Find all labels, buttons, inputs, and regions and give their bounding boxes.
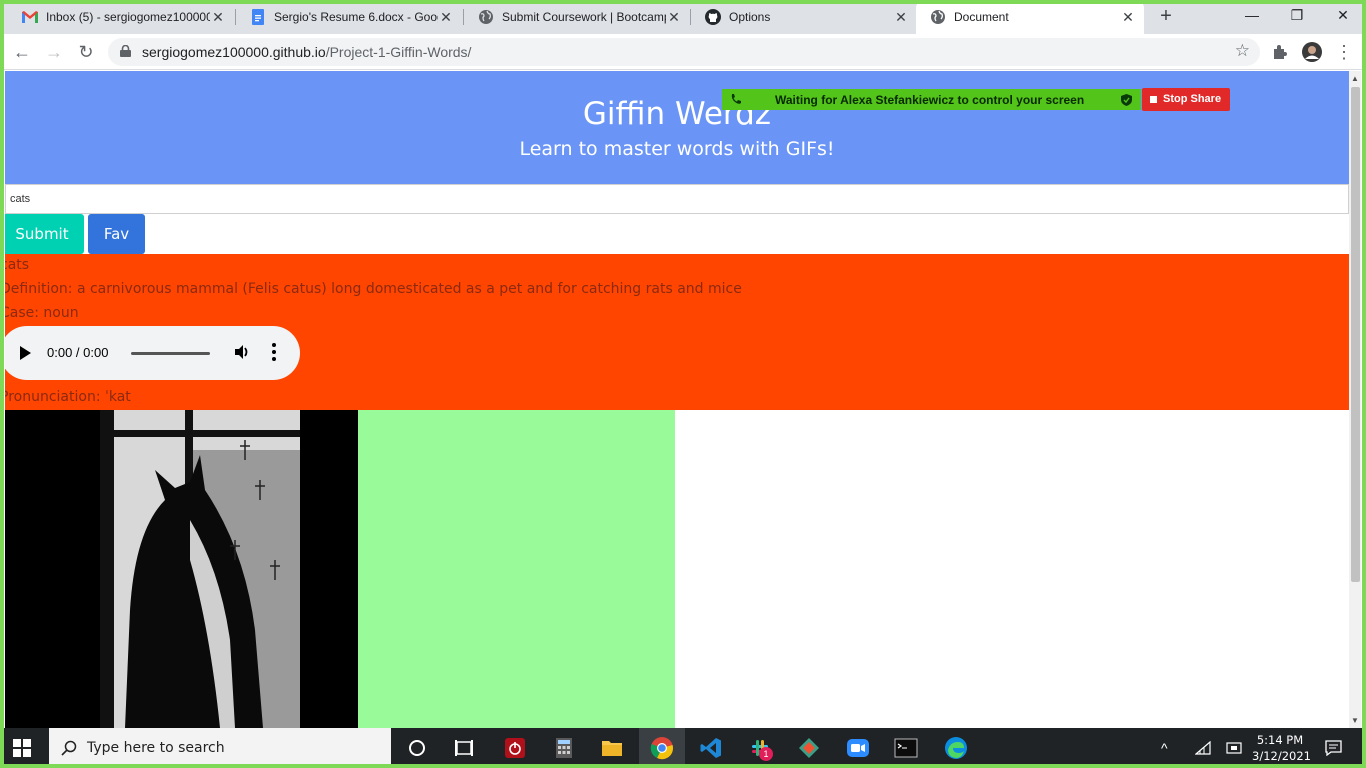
- stop-icon: [1150, 96, 1157, 103]
- url-host: sergiogomez100000.github.io: [142, 44, 326, 60]
- tab-gmail[interactable]: Inbox (5) - sergiogomez100000@ ✕: [8, 0, 234, 34]
- profile-avatar[interactable]: [1302, 42, 1322, 62]
- cat-gif-image: [5, 410, 358, 728]
- tab-google-docs[interactable]: Sergio's Resume 6.docx - Google ✕: [236, 0, 462, 34]
- gmail-icon: [22, 9, 38, 25]
- page-viewport: Giffin Werdz Learn to master words with …: [5, 71, 1349, 728]
- chrome-icon[interactable]: [650, 736, 674, 760]
- google-docs-icon: [250, 9, 266, 25]
- lock-icon: [120, 45, 131, 57]
- network-icon[interactable]: [1195, 741, 1211, 755]
- word-search-input[interactable]: [5, 184, 1349, 214]
- share-status-text: Waiting for Alexa Stefankiewicz to contr…: [775, 93, 1085, 107]
- audio-seek-bar[interactable]: [131, 352, 210, 355]
- clock-date: 3/12/2021: [1252, 749, 1311, 763]
- url-path: /Project-1-Giffin-Words/: [325, 44, 472, 60]
- tab-strip: Inbox (5) - sergiogomez100000@ ✕ Sergio'…: [0, 0, 1366, 34]
- windows-taskbar: Type here to search 1 ^ 5:14 PM 3/12/202…: [0, 728, 1366, 768]
- close-icon[interactable]: ✕: [438, 9, 454, 26]
- tab-title: Inbox (5) - sergiogomez100000@: [46, 10, 210, 24]
- result-case: Case: noun: [5, 305, 79, 321]
- tray-chevron-icon[interactable]: ^: [1161, 728, 1179, 768]
- result-word: cats: [5, 257, 30, 273]
- edge-icon[interactable]: [944, 736, 968, 760]
- audio-player[interactable]: 0:00 / 0:00: [5, 326, 300, 380]
- volume-icon[interactable]: [233, 343, 251, 361]
- minimize-icon[interactable]: —: [1229, 0, 1275, 30]
- clock-time: 5:14 PM: [1256, 733, 1304, 747]
- file-explorer-icon[interactable]: [600, 736, 624, 760]
- taskbar-clock[interactable]: 5:14 PM 3/12/2021: [1252, 732, 1311, 764]
- address-bar[interactable]: sergiogomez100000.github.io/Project-1-Gi…: [108, 38, 1260, 66]
- browser-toolbar: ← → ↻ sergiogomez100000.github.io/Projec…: [0, 34, 1366, 70]
- close-icon[interactable]: ✕: [666, 9, 682, 26]
- result-definition: Definition: a carnivorous mammal (Felis …: [5, 281, 742, 297]
- reload-icon[interactable]: ↻: [74, 40, 98, 64]
- phone-icon: [731, 94, 741, 104]
- audio-more-icon[interactable]: [271, 342, 277, 362]
- tab-title: Options: [729, 10, 771, 24]
- search-icon: [61, 740, 77, 756]
- restore-icon[interactable]: ❐: [1274, 0, 1320, 30]
- audio-time: 0:00 / 0:00: [47, 345, 109, 360]
- close-icon[interactable]: ✕: [210, 9, 226, 26]
- taskbar-search-placeholder: Type here to search: [87, 740, 225, 756]
- screen-share-banner: Waiting for Alexa Stefankiewicz to contr…: [722, 89, 1141, 110]
- stop-share-button[interactable]: Stop Share: [1142, 88, 1230, 111]
- back-icon[interactable]: ←: [10, 40, 34, 64]
- shield-icon: [1121, 94, 1132, 106]
- bookmark-star-icon[interactable]: ☆: [1235, 41, 1250, 61]
- result-panel: cats Definition: a carnivorous mammal (F…: [5, 254, 1349, 410]
- url-text: sergiogomez100000.github.io/Project-1-Gi…: [142, 44, 471, 60]
- notifications-icon[interactable]: [1325, 740, 1342, 756]
- globe-icon: [478, 9, 494, 25]
- meet-now-icon[interactable]: [1226, 741, 1242, 755]
- tab-bootcamp[interactable]: Submit Coursework | Bootcamp ✕: [464, 0, 690, 34]
- close-icon[interactable]: ✕: [1120, 9, 1136, 26]
- globe-icon: [930, 9, 946, 25]
- cortana-icon[interactable]: [405, 736, 429, 760]
- taskbar-search-box[interactable]: Type here to search: [49, 728, 391, 768]
- scroll-down-icon[interactable]: ▼: [1351, 716, 1359, 725]
- result-pronunciation: Pronunciation: ˈkat: [5, 389, 131, 405]
- vscode-icon[interactable]: [699, 736, 723, 760]
- tab-options[interactable]: Options ✕: [691, 0, 917, 34]
- scrollbar-thumb[interactable]: [1351, 87, 1360, 582]
- extensions-icon[interactable]: [1270, 42, 1290, 62]
- calculator-icon[interactable]: [552, 736, 576, 760]
- more-menu-icon[interactable]: ⋮: [1332, 40, 1356, 64]
- fav-button[interactable]: Fav: [88, 214, 145, 254]
- github-icon: [705, 9, 721, 25]
- tab-title: Document: [954, 10, 1009, 24]
- tab-document[interactable]: Document ✕: [916, 0, 1144, 34]
- task-view-icon[interactable]: [452, 736, 476, 760]
- page-subtitle: Learn to master words with GIFs!: [519, 138, 835, 160]
- window-close-icon[interactable]: ✕: [1320, 0, 1366, 30]
- zoom-icon[interactable]: [846, 736, 870, 760]
- tab-title: Sergio's Resume 6.docx - Google: [274, 10, 438, 24]
- stop-share-label: Stop Share: [1163, 93, 1222, 105]
- gitkraken-icon[interactable]: [797, 736, 821, 760]
- page-scrollbar[interactable]: ▲ ▼: [1349, 71, 1361, 728]
- slack-badge: 1: [759, 747, 773, 761]
- scroll-up-icon[interactable]: ▲: [1351, 74, 1359, 83]
- play-icon[interactable]: [20, 346, 31, 360]
- new-tab-button[interactable]: +: [1155, 5, 1177, 27]
- tab-title: Submit Coursework | Bootcamp: [502, 10, 666, 24]
- terminal-icon[interactable]: [894, 736, 918, 760]
- power-app-icon[interactable]: [503, 736, 527, 760]
- forward-icon[interactable]: →: [42, 40, 66, 64]
- close-icon[interactable]: ✕: [893, 9, 909, 26]
- submit-button[interactable]: Submit: [5, 214, 84, 254]
- windows-start-icon[interactable]: [13, 739, 31, 757]
- gif-tile-placeholder: [358, 410, 675, 728]
